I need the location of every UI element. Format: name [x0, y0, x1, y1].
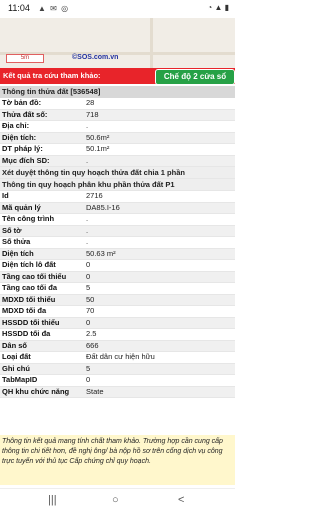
info-label: Địa chỉ: [2, 121, 30, 130]
recents-icon[interactable]: ||| [48, 494, 57, 506]
info-row: Tờ bản đồ: 28 [0, 98, 235, 110]
info-value: 28 [86, 98, 95, 107]
map-scale: 5m [6, 54, 44, 63]
back-icon[interactable]: < [178, 494, 184, 506]
info-row: Dân số 666 [0, 340, 235, 352]
info-value: 50.63 m² [86, 248, 116, 258]
map-road [150, 18, 153, 68]
info-value: Đất dân cư hiện hữu [86, 352, 155, 361]
planning-review-header: Xét duyệt thông tin quy hoạch thửa đất c… [0, 167, 235, 179]
info-row: QH khu chức năng State [0, 386, 235, 398]
navigation-bar: ||| ○ < [0, 488, 235, 511]
info-value: 0 [86, 271, 91, 281]
two-window-mode-button[interactable]: Chế độ 2 cửa sổ [155, 69, 235, 85]
disclaimer-text: Thông tin kết quả mang tính chất tham kh… [2, 438, 223, 465]
info-row: Tầng cao tối thiểu 0 [0, 271, 235, 283]
info-row: HSSDD tối thiểu 0 [0, 317, 235, 329]
zoning-info-header: Thông tin quy hoạch phân khu phần thửa đ… [0, 179, 235, 191]
zoning-info-list: Id 2716 Mã quản lý DA85.I-16 Tên công trình.… [0, 191, 235, 398]
info-row: Diện tích lô đất 0 [0, 260, 235, 272]
result-title: Kết quả tra cứu tham khảo: [3, 71, 101, 80]
info-value: . [86, 237, 89, 246]
map-view[interactable]: 5m ©SOS.com.vn [0, 18, 235, 68]
info-label: Tên công trình [2, 214, 55, 223]
info-value: 718 [86, 109, 99, 119]
info-row: Số thửa. [0, 237, 235, 249]
info-label: Mã quản lý [2, 202, 41, 212]
info-row: Địa chỉ:. [0, 121, 235, 133]
info-value: 2.5 [86, 329, 97, 338]
info-label: MDXD tối đa [2, 306, 47, 315]
info-value: . [86, 121, 89, 130]
info-value: 2716 [86, 191, 103, 200]
info-value: 50 [86, 294, 95, 304]
info-row: MDXD tối đa 70 [0, 306, 235, 318]
info-label: Mục đích SD: [2, 155, 50, 165]
info-label: Số tờ [2, 225, 22, 235]
info-value: State [86, 386, 104, 396]
info-value: 70 [86, 306, 95, 315]
info-label: HSSDD tối đa [2, 329, 51, 338]
info-label: Diện tích [2, 248, 34, 258]
info-row: Diện tích: 50.6m² [0, 132, 235, 144]
info-label: HSSDD tối thiểu [2, 317, 60, 327]
result-panel: Thông tin thửa đất [536548] Tờ bản đồ: 28… [0, 86, 235, 398]
info-label: DT pháp lý: [2, 144, 43, 153]
info-value: 50.6m² [86, 132, 110, 142]
info-value: . [86, 225, 89, 235]
info-label: Loại đất [2, 352, 31, 361]
map-copyright: ©SOS.com.vn [72, 54, 119, 61]
info-row: Loại đất Đất dân cư hiện hữu [0, 352, 235, 364]
info-row: TabMapID 0 [0, 375, 235, 387]
info-value: . [86, 155, 89, 165]
info-label: Diện tích lô đất [2, 260, 56, 269]
info-row: Tầng cao tối đa 5 [0, 283, 235, 295]
info-row: HSSDD tối đa 2.5 [0, 329, 235, 341]
info-value: . [86, 214, 89, 223]
info-label: QH khu chức năng [2, 386, 70, 396]
info-row: Ghi chú 5 [0, 363, 235, 375]
info-label: Tầng cao tối đa [2, 283, 58, 292]
info-value: 0 [86, 317, 91, 327]
info-row: Diện tích 50.63 m² [0, 248, 235, 260]
info-label: Id [2, 191, 9, 200]
parcel-info-header: Thông tin thửa đất [536548] [0, 86, 235, 98]
parcel-info-list: Tờ bản đồ: 28 Thửa đất số: 718 Địa chỉ:. Diện… [0, 98, 235, 167]
info-label: Tầng cao tối thiểu [2, 271, 67, 281]
info-row: Số tờ. [0, 225, 235, 237]
info-row: Id 2716 [0, 191, 235, 203]
clock: 11:04 [8, 3, 30, 13]
info-label: Số thửa [2, 237, 31, 246]
info-value: 5 [86, 283, 91, 292]
info-row: Mã quản lý DA85.I-16 [0, 202, 235, 214]
info-label: MDXD tối thiểu [2, 294, 56, 304]
info-value: 666 [86, 340, 99, 350]
info-value: 5 [86, 363, 91, 373]
info-label: Tờ bản đồ: [2, 98, 42, 107]
info-label: Diện tích: [2, 132, 37, 142]
disclaimer: Thông tin kết quả mang tính chất tham kh… [0, 435, 235, 485]
info-row: Tên công trình. [0, 214, 235, 226]
notification-icons: ▲ ✉ ◎ [38, 4, 70, 13]
info-value: 0 [86, 375, 91, 384]
info-label: Ghi chú [2, 363, 30, 373]
system-icons: ◔ ▲ ▮ [207, 3, 229, 12]
info-label: Thửa đất số: [2, 109, 48, 119]
info-label: Dân số [2, 340, 28, 350]
info-row: Thửa đất số: 718 [0, 109, 235, 121]
home-icon[interactable]: ○ [112, 494, 119, 506]
info-row: Mục đích SD:. [0, 155, 235, 167]
info-row: DT pháp lý: 50.1m² [0, 144, 235, 156]
info-value: DA85.I-16 [86, 202, 120, 212]
info-value: 0 [86, 260, 91, 269]
info-label: TabMapID [2, 375, 38, 384]
info-row: MDXD tối thiểu 50 [0, 294, 235, 306]
status-bar: 11:04 ▲ ✉ ◎ ◔ ▲ ▮ [0, 0, 235, 18]
info-value: 50.1m² [86, 144, 110, 153]
